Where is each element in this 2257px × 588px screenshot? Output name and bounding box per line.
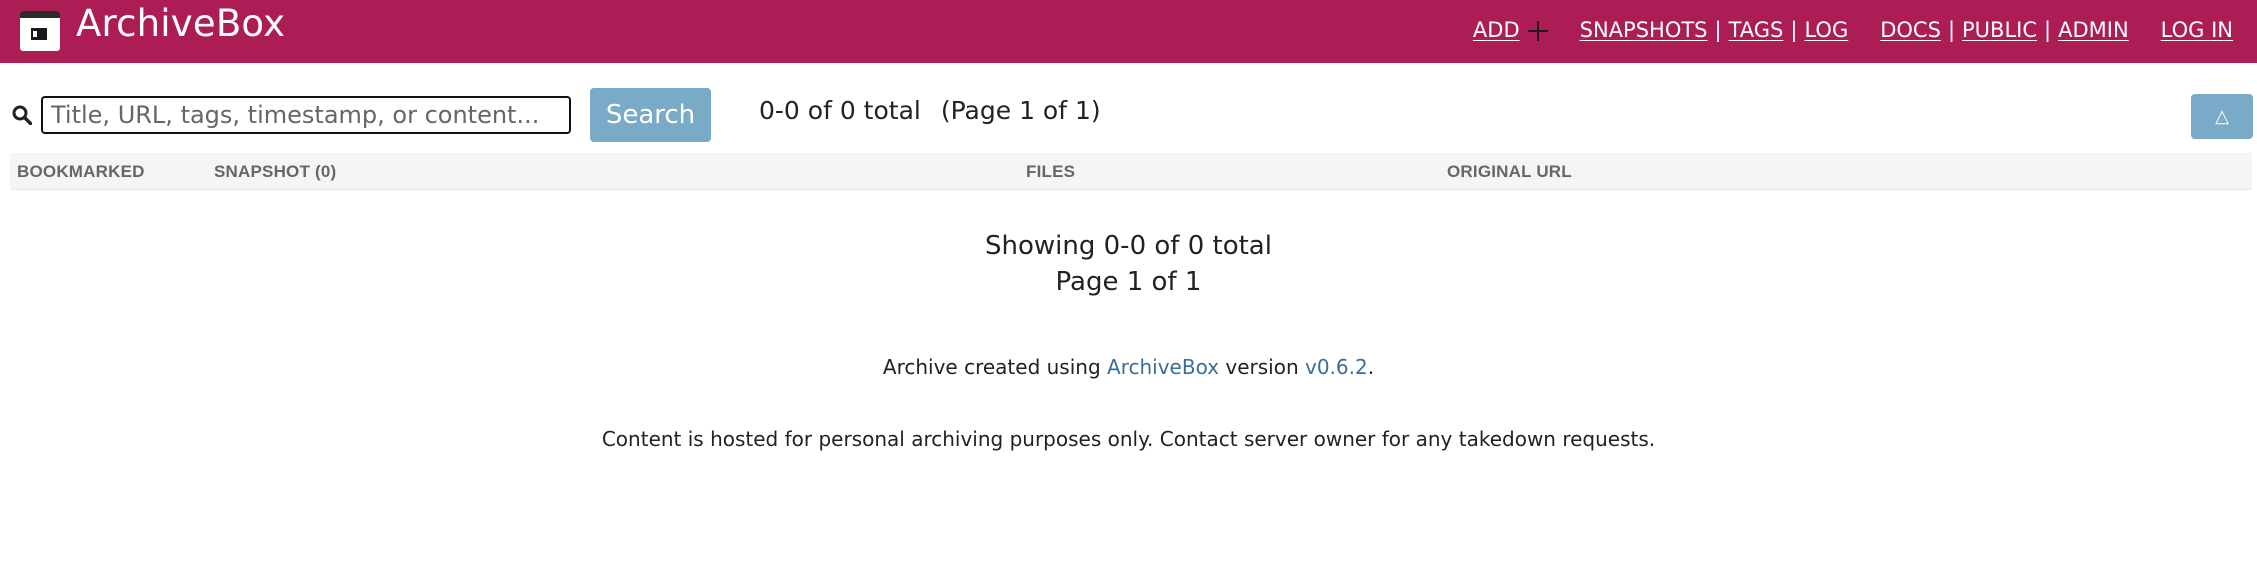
top-nav-bar: ArchiveBox ADD SNAPSHOTS | TAGS | LOG DO… [0,0,2257,63]
nav-separator: | [1790,18,1798,42]
nav-separator: | [2044,18,2052,42]
brand-name: ArchiveBox [76,2,286,45]
column-header-original-url[interactable]: ORIGINAL URL [1447,162,1572,182]
archivebox-logo-icon [20,11,60,51]
nav-tags-link[interactable]: TAGS [1729,18,1784,42]
nav-add-link[interactable]: ADD [1473,18,1548,42]
triangle-up-icon: △ [2215,106,2229,126]
nav-separator: | [1947,18,1956,42]
results-table-header: BOOKMARKED SNAPSHOT (0) FILES ORIGINAL U… [10,153,2252,190]
version-link[interactable]: v0.6.2 [1305,355,1368,379]
nav-snapshots-link[interactable]: SNAPSHOTS [1580,18,1708,42]
empty-state-showing: Showing 0-0 of 0 total [985,231,1272,261]
empty-state: Showing 0-0 of 0 total Page 1 of 1 [0,228,2257,300]
nav-separator: | [1714,18,1722,42]
search-icon [12,105,32,125]
column-header-files[interactable]: FILES [1026,162,1075,182]
nav-links: ADD SNAPSHOTS | TAGS | LOG DOCS | PUBLIC… [1473,18,2233,42]
results-total: 0-0 of 0 total [759,96,921,125]
hosting-disclaimer: Content is hosted for personal archiving… [601,427,1656,451]
nav-docs-link[interactable]: DOCS [1880,18,1941,42]
nav-admin-link[interactable]: ADMIN [2058,18,2129,42]
archivebox-link[interactable]: ArchiveBox [1107,355,1219,379]
search-input[interactable] [41,96,571,134]
brand-link[interactable]: ArchiveBox [20,2,285,54]
plus-icon [1527,21,1548,41]
search-button[interactable]: Search [590,88,711,142]
nav-log-link[interactable]: LOG [1804,18,1848,42]
archive-credit: Archive created using ArchiveBox version… [882,355,1375,379]
scroll-top-button[interactable]: △ [2191,94,2253,139]
column-header-bookmarked[interactable]: BOOKMARKED [17,162,145,182]
empty-state-page: Page 1 of 1 [1055,267,1202,297]
results-summary: 0-0 of 0 total (Page 1 of 1) [759,96,1101,125]
nav-login-link[interactable]: LOG IN [2161,18,2233,42]
results-page: (Page 1 of 1) [940,96,1101,125]
nav-public-link[interactable]: PUBLIC [1962,18,2037,42]
column-header-snapshot[interactable]: SNAPSHOT (0) [214,162,336,182]
